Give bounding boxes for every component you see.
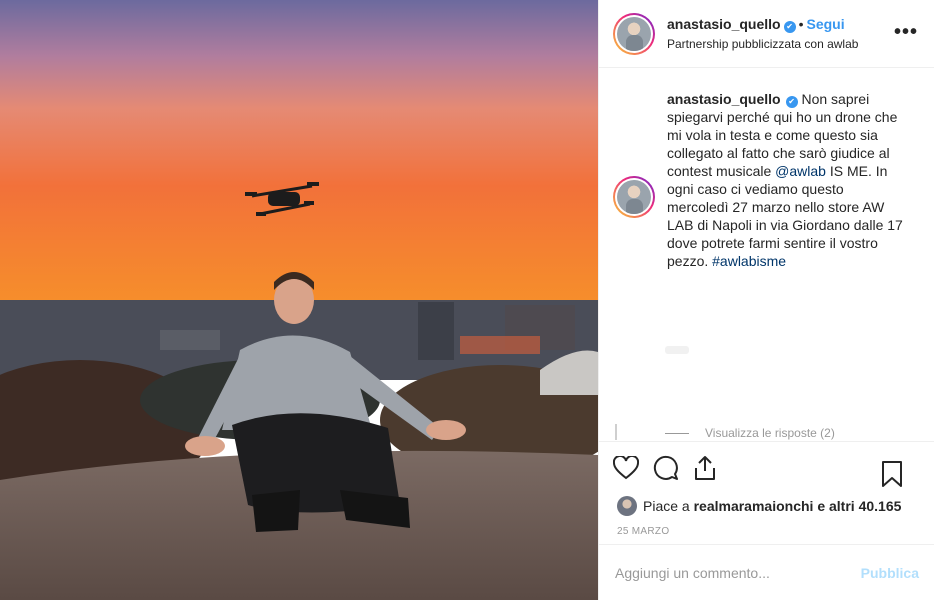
post-date[interactable]: 25 MARZO xyxy=(599,526,934,540)
author-username[interactable]: anastasio_quello xyxy=(667,16,781,32)
caption: anastasio_quello ✔ Non saprei spiegarvi p… xyxy=(613,90,907,270)
caption-mention[interactable]: @awlab xyxy=(775,163,826,179)
view-replies-label: Visualizza le risposte (2) xyxy=(705,426,835,440)
partnership-label[interactable]: Partnership pubblicizzata con awlab xyxy=(667,36,858,52)
author-avatar[interactable] xyxy=(613,12,655,55)
more-options-icon[interactable]: ••• xyxy=(894,22,918,42)
likes-count[interactable]: e altri 40.165 xyxy=(817,498,901,514)
replies-line xyxy=(665,432,689,434)
caption-username[interactable]: anastasio_quello xyxy=(667,91,781,107)
verified-badge-icon: ✔ xyxy=(785,96,798,108)
liker-avatar[interactable] xyxy=(617,496,637,516)
post-panel: anastasio_quello ✔ • Segui Partnership pubb… xyxy=(598,0,934,600)
follow-button[interactable]: Segui xyxy=(807,16,845,32)
caption-avatar[interactable] xyxy=(613,176,655,218)
header-separator: • xyxy=(798,15,804,32)
header-text: anastasio_quello ✔ • Segui Partnership pubb… xyxy=(667,16,858,52)
photo-image xyxy=(0,0,598,600)
caption-timestamp-placeholder xyxy=(665,346,689,354)
post-header: anastasio_quello ✔ • Segui Partnership pubb… xyxy=(599,0,934,68)
comments-area[interactable]: anastasio_quello ✔ Non saprei spiegarvi p… xyxy=(599,68,934,442)
comment-icon[interactable] xyxy=(653,448,693,488)
likes-prefix: Piace a xyxy=(643,498,690,514)
bookmark-icon[interactable] xyxy=(882,454,922,494)
caption-hashtag[interactable]: #awlabisme xyxy=(712,253,786,269)
add-comment-box: Aggiungi un commento... Pubblica xyxy=(599,544,934,600)
scroll-indicator[interactable] xyxy=(615,424,617,440)
action-bar xyxy=(599,442,934,494)
verified-badge-icon: ✔ xyxy=(783,20,796,33)
heart-icon[interactable] xyxy=(613,448,653,488)
share-icon[interactable] xyxy=(693,448,733,488)
caption-text: anastasio_quello ✔ Non saprei spiegarvi p… xyxy=(667,90,907,270)
post-photo[interactable] xyxy=(0,0,598,600)
publish-button[interactable]: Pubblica xyxy=(861,565,919,581)
comment-input[interactable]: Aggiungi un commento... xyxy=(615,565,861,581)
liker-username[interactable]: realmaramaionchi xyxy=(694,498,814,514)
view-replies-button[interactable]: Visualizza le risposte (2) xyxy=(665,426,835,440)
likes-row[interactable]: Piace a realmaramaionchi e altri 40.165 xyxy=(599,494,934,518)
